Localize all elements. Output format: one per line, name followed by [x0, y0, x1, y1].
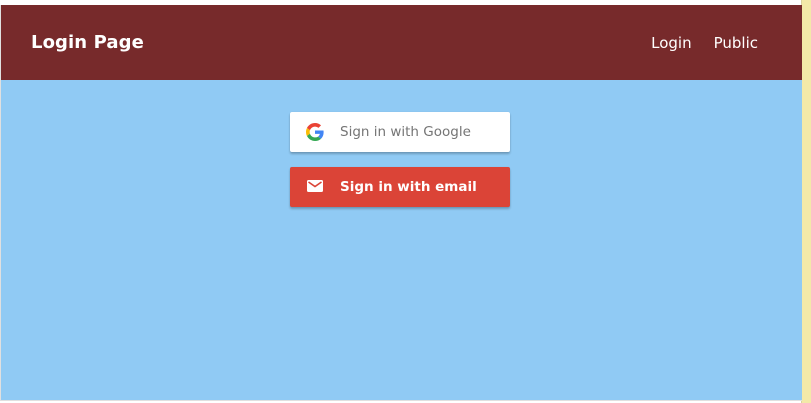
window-right-edge	[801, 0, 811, 403]
sign-in-email-button[interactable]: Sign in with email	[290, 167, 510, 207]
auth-container: Sign in with Google Sign in with email	[290, 112, 510, 207]
sign-in-email-label: Sign in with email	[340, 179, 477, 195]
google-icon	[306, 123, 324, 141]
app-container: Login Page Login Public Sign in with Goo…	[0, 5, 802, 401]
page-title: Login Page	[31, 32, 144, 53]
sign-in-google-button[interactable]: Sign in with Google	[290, 112, 510, 152]
sign-in-google-label: Sign in with Google	[340, 124, 471, 140]
navbar: Login Page Login Public	[1, 5, 802, 80]
nav-link-login[interactable]: Login	[651, 34, 691, 52]
mail-icon	[306, 178, 324, 196]
nav-links: Login Public	[651, 34, 758, 52]
nav-link-public[interactable]: Public	[714, 34, 758, 52]
